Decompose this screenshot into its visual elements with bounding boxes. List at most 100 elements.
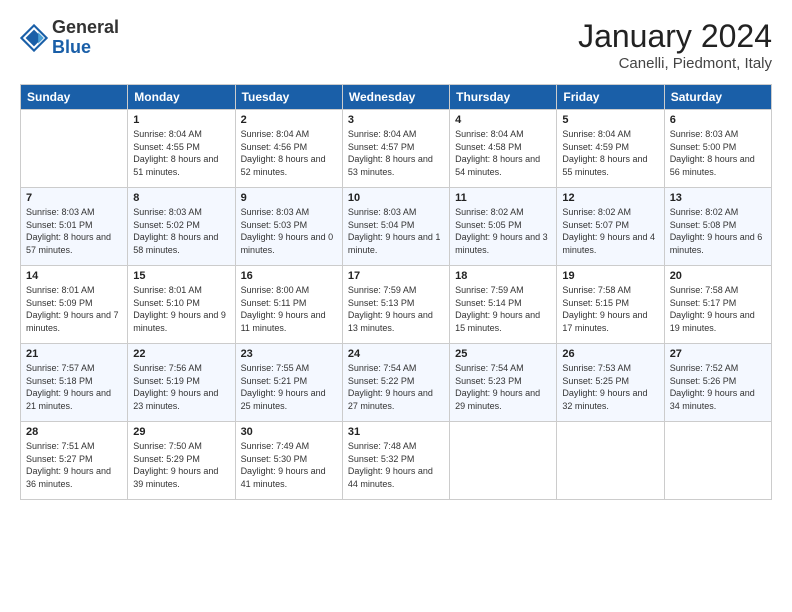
day-number: 31 [348,426,444,438]
day-number: 4 [455,114,551,126]
day-number: 1 [133,114,229,126]
day-number: 22 [133,348,229,360]
cell-info: Sunrise: 8:03 AMSunset: 5:02 PMDaylight:… [133,206,229,256]
cell-info: Sunrise: 7:56 AMSunset: 5:19 PMDaylight:… [133,362,229,412]
cell-info: Sunrise: 8:04 AMSunset: 4:57 PMDaylight:… [348,128,444,178]
calendar-cell [450,422,557,500]
day-number: 8 [133,192,229,204]
day-number: 9 [241,192,337,204]
cell-info: Sunrise: 8:03 AMSunset: 5:01 PMDaylight:… [26,206,122,256]
cell-info: Sunrise: 7:58 AMSunset: 5:17 PMDaylight:… [670,284,766,334]
col-wednesday: Wednesday [342,85,449,110]
calendar-cell: 25Sunrise: 7:54 AMSunset: 5:23 PMDayligh… [450,344,557,422]
day-number: 18 [455,270,551,282]
calendar-cell: 28 Sunrise: 7:51 AMSunset: 5:27 PMDayligh… [21,422,128,500]
calendar-cell: 18 Sunrise: 7:59 AMSunset: 5:14 PMDayligh… [450,266,557,344]
logo-general-text: General [52,18,119,38]
cell-info: Sunrise: 8:02 AMSunset: 5:05 PMDaylight:… [455,206,551,256]
calendar-cell: 4 Sunrise: 8:04 AMSunset: 4:58 PMDaylight… [450,110,557,188]
calendar-cell [557,422,664,500]
logo-blue-text: Blue [52,38,119,58]
cell-info: Sunrise: 8:02 AMSunset: 5:08 PMDaylight:… [670,206,766,256]
calendar-cell: 29Sunrise: 7:50 AMSunset: 5:29 PMDayligh… [128,422,235,500]
header-row: Sunday Monday Tuesday Wednesday Thursday… [21,85,772,110]
col-sunday: Sunday [21,85,128,110]
cell-info: Sunrise: 7:54 AMSunset: 5:23 PMDaylight:… [455,362,551,412]
day-number: 5 [562,114,658,126]
cell-info: Sunrise: 7:59 AMSunset: 5:14 PMDaylight:… [455,284,551,334]
day-number: 23 [241,348,337,360]
col-friday: Friday [557,85,664,110]
day-number: 26 [562,348,658,360]
week-row-1: 1 Sunrise: 8:04 AMSunset: 4:55 PMDaylight… [21,110,772,188]
calendar-cell: 21 Sunrise: 7:57 AMSunset: 5:18 PMDayligh… [21,344,128,422]
cell-info: Sunrise: 7:57 AMSunset: 5:18 PMDaylight:… [26,362,122,412]
col-monday: Monday [128,85,235,110]
calendar-cell: 20 Sunrise: 7:58 AMSunset: 5:17 PMDayligh… [664,266,771,344]
day-number: 10 [348,192,444,204]
week-row-3: 14 Sunrise: 8:01 AMSunset: 5:09 PMDayligh… [21,266,772,344]
location: Canelli, Piedmont, Italy [578,55,772,72]
cell-info: Sunrise: 7:52 AMSunset: 5:26 PMDaylight:… [670,362,766,412]
cell-info: Sunrise: 7:55 AMSunset: 5:21 PMDaylight:… [241,362,337,412]
calendar-cell: 31 Sunrise: 7:48 AMSunset: 5:32 PMDayligh… [342,422,449,500]
calendar-table: Sunday Monday Tuesday Wednesday Thursday… [20,84,772,500]
cell-info: Sunrise: 7:58 AMSunset: 5:15 PMDaylight:… [562,284,658,334]
day-number: 3 [348,114,444,126]
cell-info: Sunrise: 7:51 AMSunset: 5:27 PMDaylight:… [26,440,122,490]
col-thursday: Thursday [450,85,557,110]
day-number: 2 [241,114,337,126]
calendar-cell: 14 Sunrise: 8:01 AMSunset: 5:09 PMDayligh… [21,266,128,344]
col-saturday: Saturday [664,85,771,110]
col-tuesday: Tuesday [235,85,342,110]
cell-info: Sunrise: 7:54 AMSunset: 5:22 PMDaylight:… [348,362,444,412]
logo-icon [20,24,48,52]
day-number: 20 [670,270,766,282]
day-number: 13 [670,192,766,204]
calendar-cell [21,110,128,188]
day-number: 21 [26,348,122,360]
calendar-cell: 24 Sunrise: 7:54 AMSunset: 5:22 PMDayligh… [342,344,449,422]
week-row-5: 28 Sunrise: 7:51 AMSunset: 5:27 PMDayligh… [21,422,772,500]
calendar-cell: 17Sunrise: 7:59 AMSunset: 5:13 PMDayligh… [342,266,449,344]
cell-info: Sunrise: 8:04 AMSunset: 4:55 PMDaylight:… [133,128,229,178]
header: General Blue January 2024 Canelli, Piedm… [20,18,772,72]
logo-text: General Blue [52,18,119,58]
calendar-cell: 12 Sunrise: 8:02 AMSunset: 5:07 PMDayligh… [557,188,664,266]
cell-info: Sunrise: 7:48 AMSunset: 5:32 PMDaylight:… [348,440,444,490]
cell-info: Sunrise: 8:04 AMSunset: 4:58 PMDaylight:… [455,128,551,178]
calendar-cell [664,422,771,500]
day-number: 14 [26,270,122,282]
calendar-cell: 10 Sunrise: 8:03 AMSunset: 5:04 PMDayligh… [342,188,449,266]
calendar-cell: 22 Sunrise: 7:56 AMSunset: 5:19 PMDayligh… [128,344,235,422]
calendar-cell: 19 Sunrise: 7:58 AMSunset: 5:15 PMDayligh… [557,266,664,344]
calendar-cell: 7 Sunrise: 8:03 AMSunset: 5:01 PMDaylight… [21,188,128,266]
calendar-cell: 15Sunrise: 8:01 AMSunset: 5:10 PMDayligh… [128,266,235,344]
calendar-cell: 5 Sunrise: 8:04 AMSunset: 4:59 PMDaylight… [557,110,664,188]
cell-info: Sunrise: 8:03 AMSunset: 5:03 PMDaylight:… [241,206,337,256]
week-row-2: 7 Sunrise: 8:03 AMSunset: 5:01 PMDaylight… [21,188,772,266]
day-number: 16 [241,270,337,282]
cell-info: Sunrise: 8:03 AMSunset: 5:04 PMDaylight:… [348,206,444,256]
day-number: 7 [26,192,122,204]
cell-info: Sunrise: 8:00 AMSunset: 5:11 PMDaylight:… [241,284,337,334]
calendar-cell: 9 Sunrise: 8:03 AMSunset: 5:03 PMDaylight… [235,188,342,266]
logo: General Blue [20,18,119,58]
cell-info: Sunrise: 7:59 AMSunset: 5:13 PMDaylight:… [348,284,444,334]
day-number: 30 [241,426,337,438]
cell-info: Sunrise: 8:01 AMSunset: 5:09 PMDaylight:… [26,284,122,334]
calendar-cell: 13 Sunrise: 8:02 AMSunset: 5:08 PMDayligh… [664,188,771,266]
cell-info: Sunrise: 8:04 AMSunset: 4:56 PMDaylight:… [241,128,337,178]
cell-info: Sunrise: 8:03 AMSunset: 5:00 PMDaylight:… [670,128,766,178]
cell-info: Sunrise: 8:02 AMSunset: 5:07 PMDaylight:… [562,206,658,256]
day-number: 24 [348,348,444,360]
cell-info: Sunrise: 8:04 AMSunset: 4:59 PMDaylight:… [562,128,658,178]
day-number: 19 [562,270,658,282]
calendar-cell: 1 Sunrise: 8:04 AMSunset: 4:55 PMDaylight… [128,110,235,188]
day-number: 28 [26,426,122,438]
cell-info: Sunrise: 8:01 AMSunset: 5:10 PMDaylight:… [133,284,229,334]
day-number: 29 [133,426,229,438]
cell-info: Sunrise: 7:53 AMSunset: 5:25 PMDaylight:… [562,362,658,412]
day-number: 27 [670,348,766,360]
day-number: 12 [562,192,658,204]
